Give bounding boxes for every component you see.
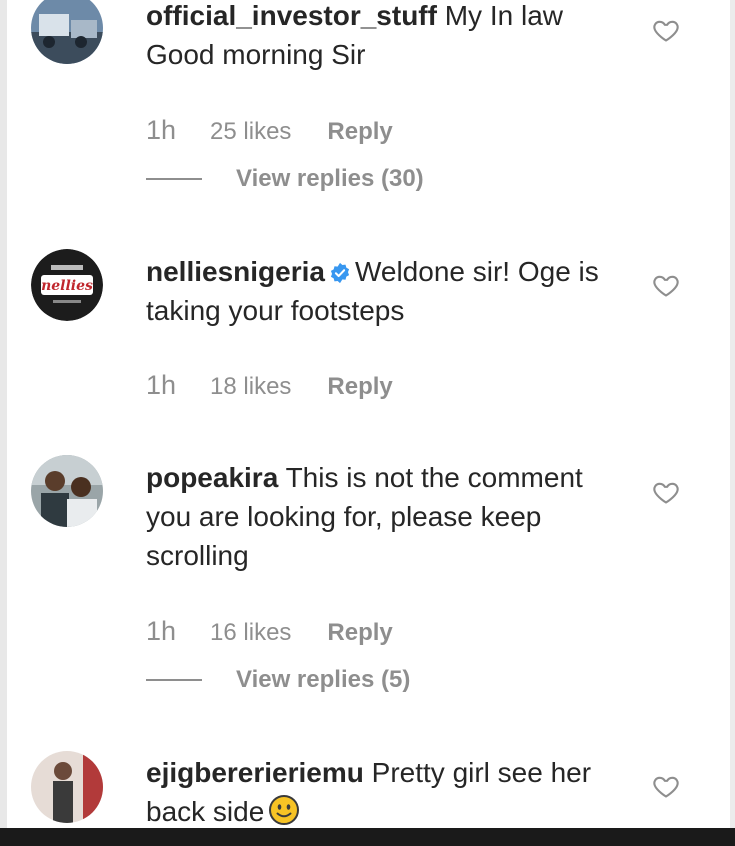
comment-username[interactable]: official_investor_stuff (146, 0, 437, 31)
left-edge-strip (0, 0, 7, 846)
replies-divider (146, 679, 202, 681)
verified-badge-icon (330, 262, 350, 284)
comment-text: official_investor_stuff My In law Good m… (146, 0, 616, 74)
user-avatar-car-icon (31, 0, 103, 64)
bottom-bar (0, 828, 735, 846)
avatar[interactable] (31, 751, 103, 823)
view-replies-button[interactable]: View replies (5) (146, 666, 410, 694)
comment-username[interactable]: nelliesnigeria (146, 256, 325, 287)
comment-meta: 1h 18 likes Reply (146, 370, 393, 401)
reply-button[interactable]: Reply (327, 619, 392, 647)
comment-time[interactable]: 1h (146, 616, 176, 647)
nellies-logo-icon: nellies (31, 249, 103, 321)
comment-time[interactable]: 1h (146, 370, 176, 401)
heart-icon[interactable] (652, 16, 680, 44)
user-avatar-person-icon (31, 751, 103, 823)
avatar[interactable] (31, 455, 103, 527)
avatar[interactable] (31, 0, 103, 64)
replies-divider (146, 178, 202, 180)
comment-likes[interactable]: 18 likes (210, 373, 291, 401)
view-replies-label: View replies (5) (236, 666, 411, 693)
reply-button[interactable]: Reply (327, 373, 392, 401)
comment-likes[interactable]: 25 likes (210, 118, 291, 146)
view-replies-label: View replies (30) (236, 165, 424, 192)
comment-likes[interactable]: 16 likes (210, 619, 291, 647)
comment-username[interactable]: ejigbererieriemu (146, 757, 364, 788)
svg-text:nellies: nellies (41, 278, 93, 294)
view-replies-button[interactable]: View replies (30) (146, 165, 424, 193)
avatar[interactable]: nellies (31, 249, 103, 321)
slightly-smiling-face-icon (269, 795, 300, 825)
comment-time[interactable]: 1h (146, 115, 176, 146)
heart-icon[interactable] (652, 478, 680, 506)
comment-text: nelliesnigeria Weldone sir! Oge is taking… (146, 252, 616, 330)
comment-meta: 1h 16 likes Reply (146, 616, 393, 647)
comment-username[interactable]: popeakira (146, 462, 278, 493)
user-avatar-men-icon (31, 455, 103, 527)
comment-meta: 1h 25 likes Reply (146, 115, 393, 146)
heart-icon[interactable] (652, 772, 680, 800)
comment-text: popeakira This is not the comment you ar… (146, 458, 616, 575)
right-edge-strip (730, 0, 735, 846)
heart-icon[interactable] (652, 271, 680, 299)
comment-text: ejigbererieriemu Pretty girl see her bac… (146, 753, 616, 831)
reply-button[interactable]: Reply (327, 118, 392, 146)
